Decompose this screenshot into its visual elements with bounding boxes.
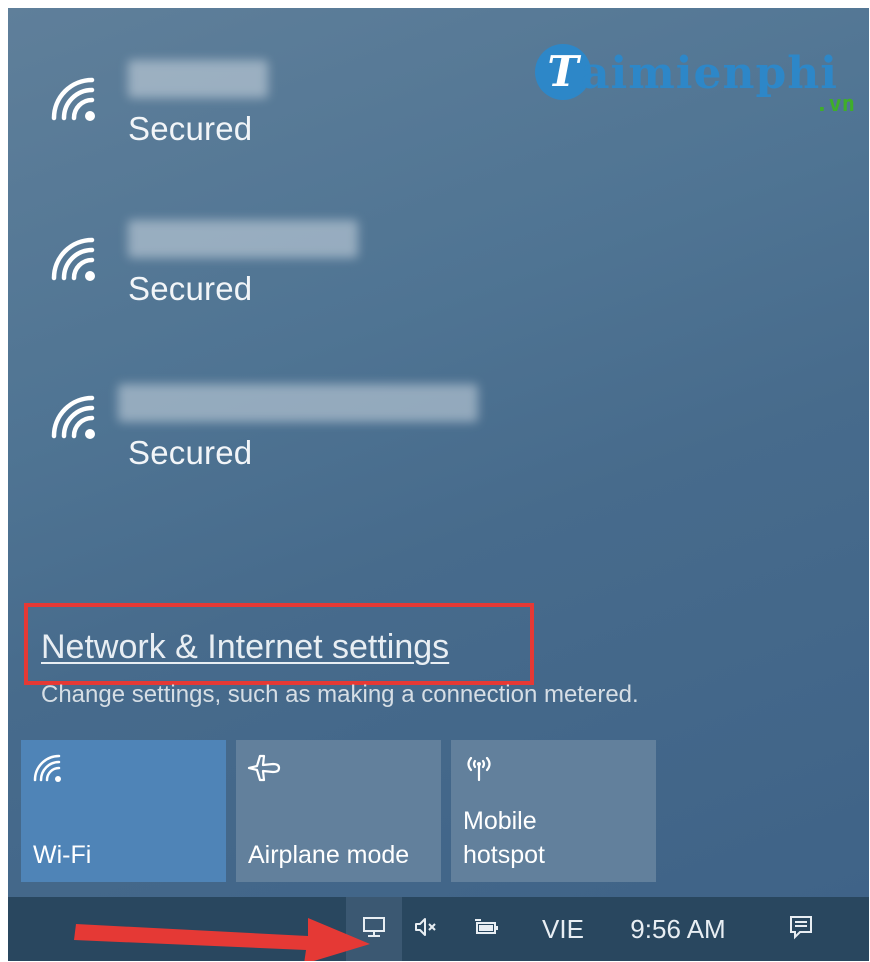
tile-label: Airplane mode xyxy=(248,841,410,869)
wifi-signal-icon xyxy=(46,390,102,446)
network-status: Secured xyxy=(128,270,253,307)
tile-label: Mobile hotspot xyxy=(463,807,546,869)
input-language-indicator[interactable]: VIE xyxy=(528,897,598,961)
battery-plug-icon xyxy=(473,914,499,945)
logo-brand: aimienphi xyxy=(581,48,838,99)
network-item[interactable]: Secured xyxy=(8,376,608,496)
network-status: Secured xyxy=(128,110,253,147)
settings-description: Change settings, such as making a connec… xyxy=(41,681,639,708)
network-item[interactable]: Secured xyxy=(8,218,608,338)
notification-icon xyxy=(788,914,814,945)
tile-label: Wi-Fi xyxy=(33,841,92,869)
hotspot-icon xyxy=(461,752,497,784)
network-name-blurred xyxy=(128,220,358,258)
network-status: Secured xyxy=(128,434,253,471)
mobile-hotspot-tile[interactable]: Mobile hotspot xyxy=(451,740,656,882)
airplane-icon xyxy=(246,752,282,784)
wifi-signal-icon xyxy=(46,72,102,128)
network-name-blurred xyxy=(118,384,478,422)
wifi-icon xyxy=(31,752,67,784)
volume-tray-button[interactable] xyxy=(403,897,449,961)
wifi-signal-icon xyxy=(46,232,102,288)
action-center-button[interactable] xyxy=(773,897,829,961)
network-name-blurred xyxy=(128,60,268,98)
network-item[interactable]: Secured xyxy=(8,58,608,178)
battery-tray-button[interactable] xyxy=(463,897,509,961)
network-internet-settings-link[interactable]: Network & Internet settings xyxy=(41,628,449,667)
network-flyout: T aimienphi .vn Secured Secured Secured … xyxy=(8,8,869,961)
annotation-arrow xyxy=(68,896,378,961)
logo-tld: .vn xyxy=(815,92,855,117)
airplane-mode-tile[interactable]: Airplane mode xyxy=(236,740,441,882)
taskbar-clock[interactable]: 9:56 AM xyxy=(608,897,748,961)
wifi-tile[interactable]: Wi-Fi xyxy=(21,740,226,882)
volume-muted-icon xyxy=(413,914,439,945)
